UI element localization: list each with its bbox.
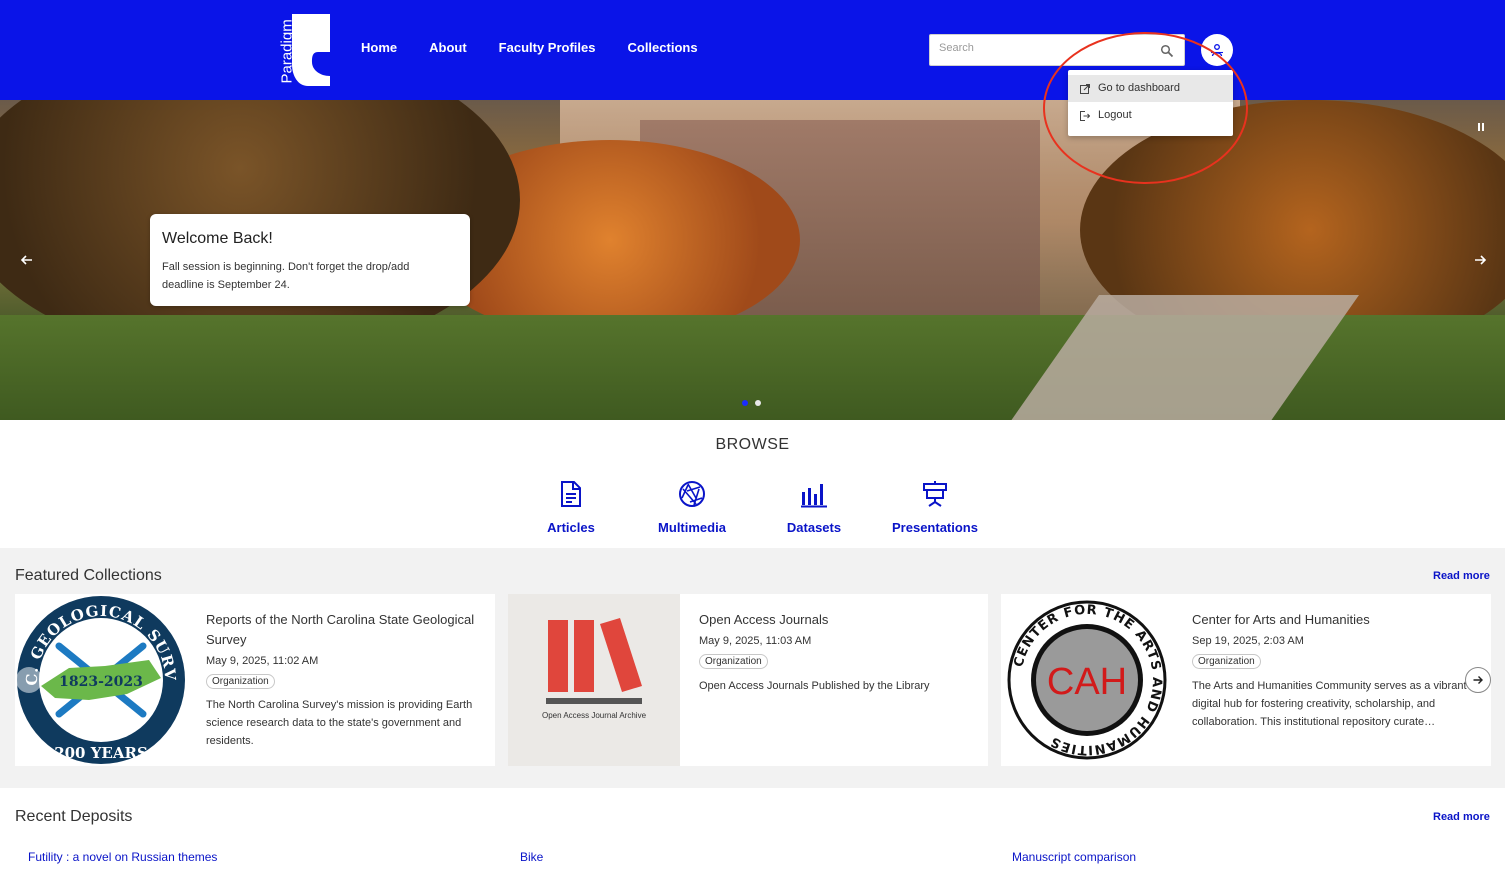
browse-label: Datasets bbox=[786, 520, 842, 535]
collection-card-ncgs[interactable]: N.C. GEOLOGICAL SURVEY 1823-2023 200 YEA… bbox=[15, 594, 495, 766]
oaj-archive-image: Open Access Journal Archive bbox=[508, 594, 680, 766]
recent-deposit-link[interactable]: Futility : a novel on Russian themes bbox=[28, 850, 217, 864]
svg-text:CAH: CAH bbox=[1047, 661, 1127, 703]
menu-item-logout[interactable]: Logout bbox=[1068, 102, 1233, 129]
featured-read-more-link[interactable]: Read more bbox=[1433, 570, 1490, 582]
welcome-text: Fall session is beginning. Don't forget … bbox=[162, 261, 410, 291]
document-icon bbox=[561, 481, 581, 507]
browse-articles[interactable]: Articles bbox=[516, 480, 626, 535]
browse-label: Multimedia bbox=[658, 520, 726, 535]
card-date: May 9, 2025, 11:03 AM bbox=[699, 635, 812, 647]
user-dropdown-menu: Go to dashboard Logout bbox=[1068, 70, 1233, 136]
featured-title: Featured Collections bbox=[15, 567, 162, 584]
carousel-prev-button[interactable] bbox=[16, 667, 42, 693]
collection-card-oaj[interactable]: Open Access Journal Archive Open Access … bbox=[508, 594, 988, 766]
menu-item-label: Logout bbox=[1098, 109, 1132, 121]
browse-label: Presentations bbox=[892, 520, 978, 535]
card-title[interactable]: Open Access Journals bbox=[699, 610, 969, 630]
svg-text:200 YEARS: 200 YEARS bbox=[54, 744, 148, 762]
cah-logo-image: CENTER FOR THE ARTS AND HUMANITIES CAH bbox=[1001, 594, 1173, 766]
search-input[interactable] bbox=[939, 42, 1149, 54]
menu-item-dashboard[interactable]: Go to dashboard bbox=[1068, 75, 1233, 102]
browse-presentations[interactable]: Presentations bbox=[880, 480, 990, 535]
card-description: Open Access Journals Published by the Li… bbox=[699, 680, 930, 692]
search-icon[interactable] bbox=[1160, 44, 1174, 58]
presentation-icon bbox=[923, 481, 947, 507]
card-badge: Organization bbox=[699, 654, 768, 669]
pause-icon[interactable] bbox=[1475, 121, 1487, 133]
nav-home[interactable]: Home bbox=[361, 40, 397, 55]
logout-icon bbox=[1080, 111, 1090, 121]
welcome-card: Welcome Back! Fall session is beginning.… bbox=[150, 214, 470, 306]
card-date: Sep 19, 2025, 2:03 AM bbox=[1192, 635, 1304, 647]
menu-item-label: Go to dashboard bbox=[1098, 82, 1180, 94]
nav-faculty-profiles[interactable]: Faculty Profiles bbox=[499, 40, 596, 55]
card-badge: Organization bbox=[206, 674, 275, 689]
svg-text:Open Access Journal Archive: Open Access Journal Archive bbox=[542, 711, 647, 720]
bar-chart-icon bbox=[801, 484, 827, 508]
recent-deposit-link[interactable]: Bike bbox=[520, 850, 543, 864]
carousel-dot[interactable] bbox=[755, 400, 761, 406]
nav-about[interactable]: About bbox=[429, 40, 467, 55]
recent-deposit-link[interactable]: Manuscript comparison bbox=[1012, 850, 1136, 864]
card-description: The North Carolina Survey's mission is p… bbox=[206, 699, 473, 747]
card-date: May 9, 2025, 11:02 AM bbox=[206, 655, 319, 667]
recent-read-more-link[interactable]: Read more bbox=[1433, 811, 1490, 823]
search-box bbox=[929, 34, 1185, 66]
arrow-right-icon[interactable] bbox=[1472, 252, 1488, 268]
arrow-right-icon bbox=[1473, 676, 1483, 684]
arrow-left-icon[interactable] bbox=[19, 252, 35, 268]
card-badge: Organization bbox=[1192, 654, 1261, 669]
browse-datasets[interactable]: Datasets bbox=[759, 480, 869, 535]
user-icon bbox=[1211, 44, 1223, 57]
card-title[interactable]: Center for Arts and Humanities bbox=[1192, 610, 1462, 630]
carousel-next-button[interactable] bbox=[1465, 667, 1491, 693]
card-title[interactable]: Reports of the North Carolina State Geol… bbox=[206, 610, 476, 650]
nav-collections[interactable]: Collections bbox=[627, 40, 697, 55]
svg-text:1823-2023: 1823-2023 bbox=[59, 674, 143, 690]
main-nav: Home About Faculty Profiles Collections bbox=[361, 40, 730, 55]
aperture-icon bbox=[679, 481, 705, 507]
welcome-title: Welcome Back! bbox=[162, 230, 273, 247]
site-header: Paradigm Home About Faculty Profiles Col… bbox=[0, 0, 1505, 100]
browse-label: Articles bbox=[547, 520, 595, 535]
browse-multimedia[interactable]: Multimedia bbox=[637, 480, 747, 535]
recent-deposits-title: Recent Deposits bbox=[15, 808, 133, 825]
collection-card-cah[interactable]: CENTER FOR THE ARTS AND HUMANITIES CAH C… bbox=[1001, 594, 1491, 766]
carousel-dot-active[interactable] bbox=[742, 400, 748, 406]
external-link-icon bbox=[1080, 84, 1090, 94]
browse-heading: BROWSE bbox=[715, 436, 790, 453]
user-menu-button[interactable] bbox=[1201, 34, 1233, 66]
card-description: The Arts and Humanities Community serves… bbox=[1192, 680, 1467, 728]
paradigm-logo[interactable]: Paradigm bbox=[272, 14, 332, 86]
